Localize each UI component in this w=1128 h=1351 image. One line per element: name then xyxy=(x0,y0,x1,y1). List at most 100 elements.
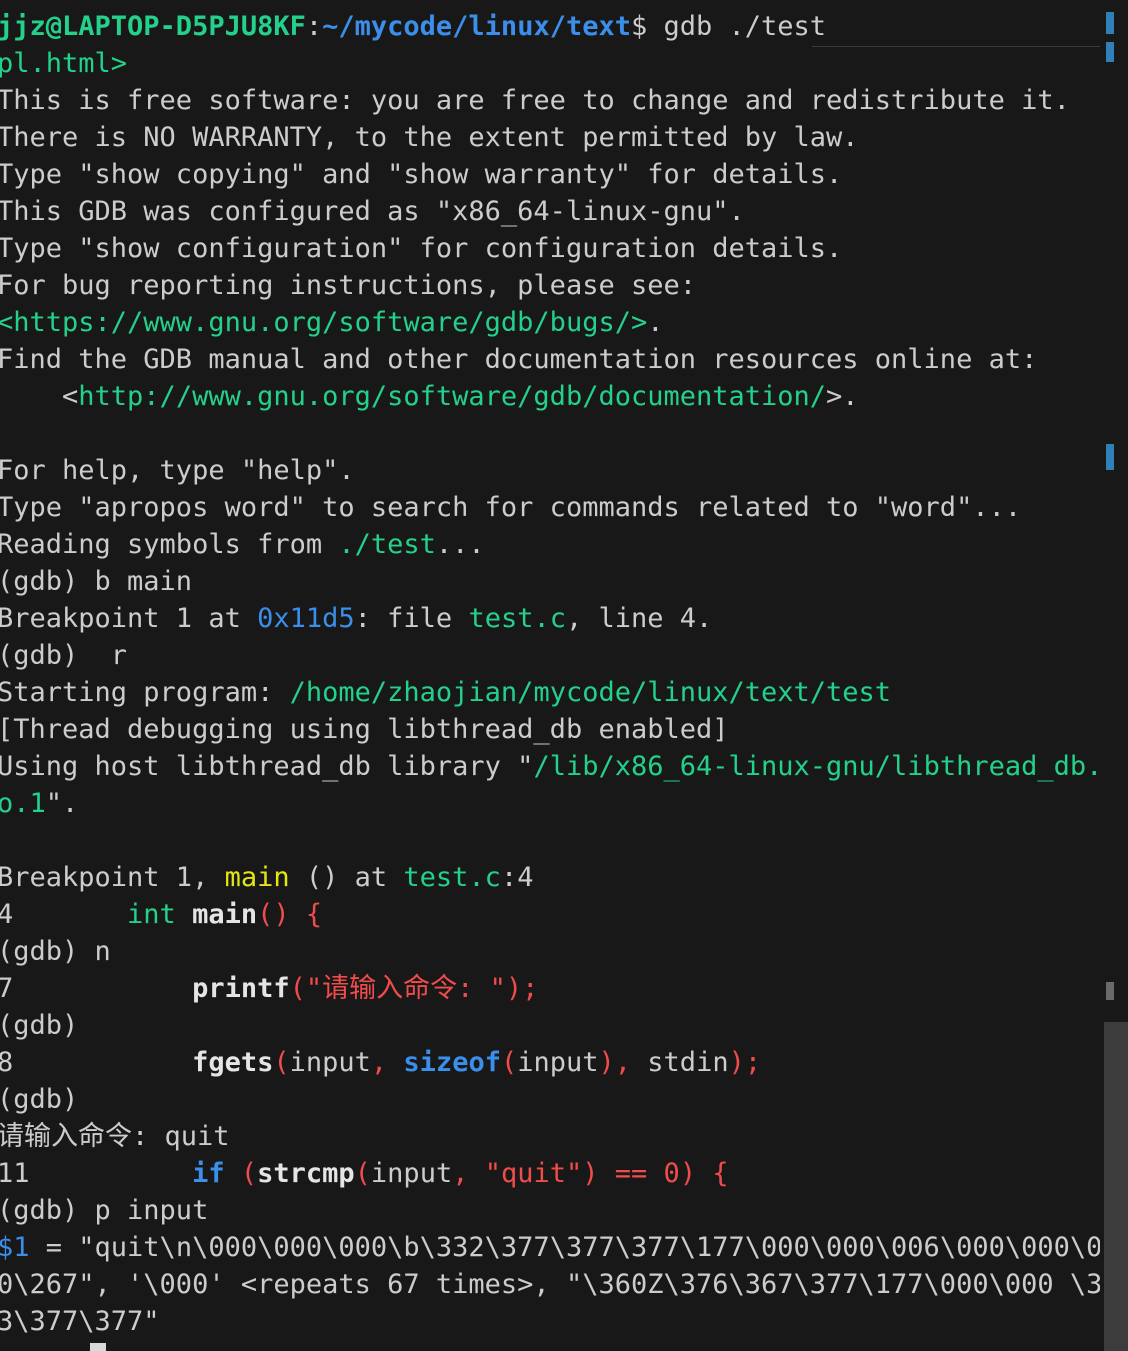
terminal-text-segment: $ gdb ./test xyxy=(630,11,827,42)
terminal-text-segment: <https://www.gnu.org/software/gdb/bugs/> xyxy=(0,307,648,338)
scrollbar-marker xyxy=(1106,982,1114,1000)
prompt-underline xyxy=(812,46,1100,47)
terminal-text-segment: test.c xyxy=(468,603,566,634)
terminal-text-segment: (gdb) xyxy=(0,1084,79,1115)
terminal-text-segment: 4 xyxy=(0,899,128,930)
terminal-line: Breakpoint 1, main () at test.c:4 xyxy=(0,859,1100,896)
terminal-text-segment: 3\377\377" xyxy=(0,1306,160,1337)
terminal-text-segment: ); xyxy=(728,1047,762,1078)
terminal-line: 8 fgets(input, sizeof(input), stdin); xyxy=(0,1044,1100,1081)
terminal-text-segment: sizeof xyxy=(403,1047,501,1078)
terminal-text-segment: ... xyxy=(435,529,485,560)
terminal-text-segment: (gdb) b main xyxy=(0,566,193,597)
terminal-line: There is NO WARRANTY, to the extent perm… xyxy=(0,119,1100,156)
terminal-text-segment: /home/zhaojian/mycode/linux/text/test xyxy=(289,677,892,708)
terminal-line: For help, type "help". xyxy=(0,452,1100,489)
terminal-line: Reading symbols from ./test... xyxy=(0,526,1100,563)
terminal-text-segment: There is NO WARRANTY, to the extent perm… xyxy=(0,122,859,153)
terminal-text-segment: (gdb) xyxy=(0,1010,79,1041)
terminal-text-segment: http://www.gnu.org/software/gdb/document… xyxy=(78,381,827,412)
terminal-line: (gdb) r xyxy=(0,637,1100,674)
terminal-text-segment: input xyxy=(370,1158,453,1189)
terminal-text-segment: ) { xyxy=(679,1158,729,1189)
scrollbar-marker xyxy=(1106,12,1114,34)
terminal-text-segment: ~/mycode/linux/text xyxy=(322,11,631,42)
terminal-text-segment: Type "apropos word" to search for comman… xyxy=(0,492,1022,523)
terminal-text-segment: 请输入命令: quit xyxy=(0,1121,230,1152)
terminal-text-segment: (gdb) n xyxy=(0,936,111,967)
scrollbar-thumb[interactable] xyxy=(1104,1022,1128,1351)
terminal-text-segment: [Thread debugging using libthread_db ena… xyxy=(0,714,729,745)
scrollbar-marker xyxy=(1106,42,1114,62)
terminal-text-segment: main xyxy=(192,899,258,930)
terminal-line: Using host libthread_db library "/lib/x8… xyxy=(0,748,1100,785)
terminal-line: <https://www.gnu.org/software/gdb/bugs/>… xyxy=(0,304,1100,341)
terminal-text-segment: $1 xyxy=(0,1232,30,1263)
terminal-line: 7 printf("请输入命令: "); xyxy=(0,970,1100,1007)
terminal-text-segment: Type "show configuration" for configurat… xyxy=(0,233,843,264)
terminal-text-segment: ("请输入命令: "); xyxy=(289,973,539,1004)
terminal-text-segment: , xyxy=(370,1047,404,1078)
terminal-line: This GDB was configured as "x86_64-linux… xyxy=(0,193,1100,230)
terminal-text-segment: , xyxy=(452,1158,485,1189)
terminal-line: (gdb) xyxy=(0,1081,1100,1118)
terminal-text-segment: 8 xyxy=(0,1047,193,1078)
terminal-text-segment: , line 4. xyxy=(565,603,713,634)
terminal-line: This is free software: you are free to c… xyxy=(0,82,1100,119)
terminal-text-segment: Find the GDB manual and other documentat… xyxy=(0,344,1038,375)
terminal-line: [Thread debugging using libthread_db ena… xyxy=(0,711,1100,748)
terminal-line: 0\267", '\000' <repeats 67 times>, "\360… xyxy=(0,1266,1100,1303)
terminal-text-segment: 7 xyxy=(0,973,193,1004)
terminal-text-segment: Breakpoint 1, xyxy=(0,862,225,893)
terminal-text-segment: stdin xyxy=(647,1047,729,1078)
terminal-text-segment: (gdb) p input xyxy=(0,1195,209,1226)
terminal-line: (gdb) n xyxy=(0,933,1100,970)
terminal-text-segment: :4 xyxy=(500,862,534,893)
terminal-text-segment: Type "show copying" and "show warranty" … xyxy=(0,159,843,190)
terminal-text-segment: strcmp xyxy=(257,1158,355,1189)
terminal-line: (gdb) p input xyxy=(0,1192,1100,1229)
terminal-text-segment: o.1 xyxy=(0,788,46,819)
terminal-output[interactable]: jjz@LAPTOP-D5PJU8KF:~/mycode/linux/text$… xyxy=(0,8,1100,1351)
terminal-text-segment: 0x11d5 xyxy=(257,603,355,634)
terminal-text-segment: printf xyxy=(192,973,290,1004)
terminal-text-segment: jjz@LAPTOP-D5PJU8KF xyxy=(0,11,306,42)
terminal-line: pl.html> xyxy=(0,45,1100,82)
terminal-text-segment: ) == xyxy=(582,1158,664,1189)
terminal-line: jjz@LAPTOP-D5PJU8KF:~/mycode/linux/text$… xyxy=(0,8,1100,45)
terminal-line: $1 = "quit\n\000\000\000\b\332\377\377\3… xyxy=(0,1229,1100,1266)
terminal-text-segment: For bug reporting instructions, please s… xyxy=(0,270,696,301)
terminal-text-segment: < xyxy=(0,381,79,412)
terminal-line: (gdb) xyxy=(0,1007,1100,1044)
terminal-text-segment: (gdb) r xyxy=(0,640,128,671)
terminal-text-segment: This GDB was configured as "x86_64-linux… xyxy=(0,196,745,227)
terminal-text-segment: ( xyxy=(354,1158,371,1189)
terminal-text-segment: : file xyxy=(354,603,469,634)
terminal-line: Breakpoint 1 at 0x11d5: file test.c, lin… xyxy=(0,600,1100,637)
terminal-text-segment: Breakpoint 1 at xyxy=(0,603,258,634)
terminal-text-segment: /lib/x86_64-linux-gnu/libthread_db.s xyxy=(533,751,1100,782)
terminal-text-segment: pl.html> xyxy=(0,48,128,79)
terminal-text-segment: This is free software: you are free to c… xyxy=(0,85,1070,116)
terminal-line: 3\377\377" xyxy=(0,1303,1100,1340)
terminal-line: o.1". xyxy=(0,785,1100,822)
terminal-text-segment: >. xyxy=(826,381,859,412)
terminal-text-segment: 0 xyxy=(663,1158,680,1189)
terminal-line: (gdb) b main xyxy=(0,563,1100,600)
terminal-text-segment: Reading symbols from xyxy=(0,529,339,560)
terminal-text-segment: Starting program: xyxy=(0,677,290,708)
terminal-text-segment: input xyxy=(517,1047,599,1078)
terminal-text-segment: Using host libthread_db library " xyxy=(0,751,534,782)
terminal-text-segment: 11 xyxy=(0,1158,193,1189)
terminal-line: 11 if (strcmp(input, "quit") == 0) { xyxy=(0,1155,1100,1192)
terminal-text-segment: fgets xyxy=(192,1047,274,1078)
terminal-text-segment: test.c xyxy=(403,862,501,893)
terminal-text-segment: ( xyxy=(500,1047,518,1078)
terminal-text-segment: ./test xyxy=(338,529,436,560)
terminal-line: Type "show copying" and "show warranty" … xyxy=(0,156,1100,193)
terminal-text-segment: "quit" xyxy=(484,1158,583,1189)
terminal-text-segment: main xyxy=(224,862,290,893)
